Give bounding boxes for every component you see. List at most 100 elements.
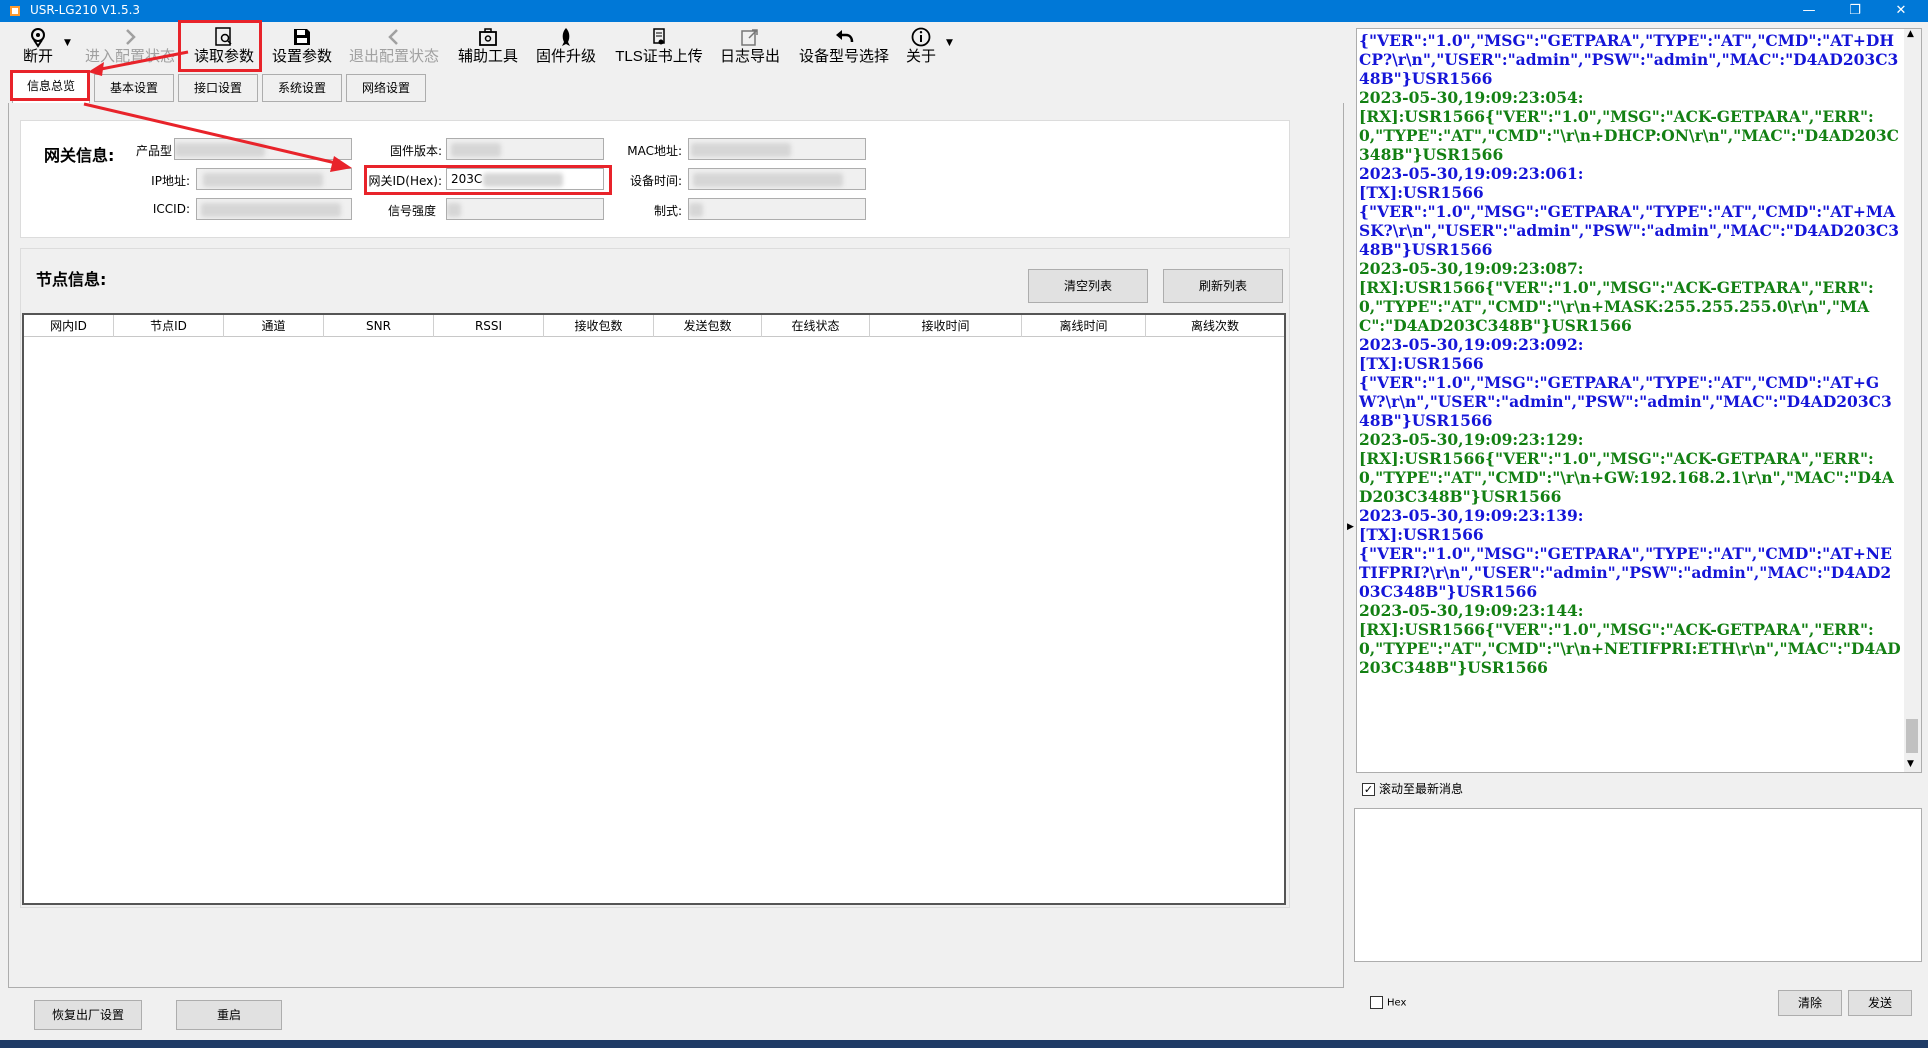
device-model-label: 设备型号选择 [798,48,889,65]
col-header[interactable]: 节点ID [114,315,224,337]
highlight-box-gateway-id [364,165,612,195]
log-entry-tx: 2023-05-30,19:09:23:139: [TX]:USR1566 {"… [1359,506,1892,601]
rocket-icon [562,28,570,46]
chevron-left-icon [388,29,398,45]
log-export-button[interactable]: 日志导出 [716,24,784,70]
col-header[interactable]: SNR [324,315,434,337]
firmware-upgrade-button[interactable]: 固件升级 [532,24,600,70]
log-entry-rx: 2023-05-30,19:09:23:144: [RX]:USR1566{"V… [1359,601,1901,677]
log-entry-tx: 2023-05-30,19:09:23:061: [TX]:USR1566 {"… [1359,164,1899,259]
autoscroll-checkbox[interactable]: ✓ 滚动至最新消息 [1362,780,1463,797]
tab-network-settings[interactable]: 网络设置 [346,74,426,102]
ip-field [196,168,352,190]
signal-label: 信号强度 [387,204,436,218]
mac-label: MAC地址: [627,144,682,158]
col-header[interactable]: 接收时间 [870,315,1022,337]
restore-icon[interactable]: ❐ [1832,0,1878,22]
set-params-button[interactable]: 设置参数 [268,24,336,70]
chevron-down-icon[interactable]: ▼ [64,38,71,48]
app-icon [10,6,20,16]
iccid-field [196,198,352,220]
close-icon[interactable]: ✕ [1878,0,1924,22]
node-table[interactable]: 网内ID 节点ID 通道 SNR RSSI 接收包数 发送包数 在线状态 接收时… [22,313,1286,905]
product-field [174,138,352,160]
autoscroll-label: 滚动至最新消息 [1379,782,1464,796]
tab-strip: 信息总览 基本设置 接口设置 系统设置 网络设置 [8,72,1344,104]
reboot-button[interactable]: 重启 [176,1000,282,1030]
log-export-label: 日志导出 [719,48,780,65]
log-panel[interactable]: {"VER":"1.0","MSG":"GETPARA","TYPE":"AT"… [1356,28,1922,773]
exit-config-button[interactable]: 退出配置状态 [344,24,444,70]
chevron-right-icon [126,29,136,45]
log-entry-rx: 2023-05-30,19:09:23:054: [RX]:USR1566{"V… [1359,88,1900,164]
iccid-label: ICCID: [152,202,190,216]
chevron-up-icon[interactable]: ▲ [1907,29,1914,39]
chevron-down-icon[interactable]: ▼ [946,38,953,48]
disconnect-button[interactable]: 断开 [18,24,58,70]
tab-interface-settings[interactable]: 接口设置 [178,74,258,102]
standard-label: 制式: [653,204,682,218]
tab-basic-settings[interactable]: 基本设置 [94,74,174,102]
send-button[interactable]: 发送 [1848,990,1912,1016]
device-time-field [688,168,866,190]
tab-system-settings[interactable]: 系统设置 [262,74,342,102]
aux-tools-button[interactable]: 辅助工具 [454,24,522,70]
save-icon [294,29,310,45]
aux-tools-label: 辅助工具 [457,48,518,65]
app-window: USR-LG210 V1.5.3 — ❐ ✕ 断开 ▼ 进入配置状态 读取参数 … [0,0,1928,1048]
taskbar [0,1040,1928,1048]
checkbox-icon [1370,996,1383,1009]
log-text: {"VER":"1.0","MSG":"GETPARA","TYPE":"AT"… [1359,31,1901,677]
enter-config-label: 进入配置状态 [84,48,175,65]
send-input[interactable] [1354,808,1922,962]
log-entry-tx: {"VER":"1.0","MSG":"GETPARA","TYPE":"AT"… [1359,31,1899,88]
log-entry-rx: 2023-05-30,19:09:23:129: [RX]:USR1566{"V… [1359,430,1894,506]
col-header[interactable]: 离线时间 [1022,315,1146,337]
checkbox-icon: ✓ [1362,783,1375,796]
mac-field [688,138,866,160]
undo-arrow-icon [836,30,854,43]
minimize-icon[interactable]: — [1786,0,1832,22]
firmware-upgrade-label: 固件升级 [535,48,596,65]
highlight-box-read-params [178,20,262,72]
refresh-list-button[interactable]: 刷新列表 [1163,269,1283,303]
col-header[interactable]: RSSI [434,315,544,337]
clear-log-button[interactable]: 清除 [1778,990,1842,1016]
export-icon [741,29,758,46]
firmware-label: 固件版本: [389,144,442,158]
col-header[interactable]: 接收包数 [544,315,654,337]
exit-config-label: 退出配置状态 [348,48,439,65]
tls-upload-button[interactable]: TLS证书上传 [612,24,706,70]
log-entry-rx: 2023-05-30,19:09:23:087: [RX]:USR1566{"V… [1359,259,1874,335]
enter-config-button[interactable]: 进入配置状态 [80,24,180,70]
highlight-box-overview-tab [10,70,90,101]
hex-checkbox[interactable]: Hex [1370,996,1406,1009]
clear-list-button[interactable]: 清空列表 [1028,269,1148,303]
scrollbar-thumb[interactable] [1906,719,1918,753]
info-icon [911,27,931,47]
chevron-right-icon: ▶ [1347,522,1354,532]
window-title: USR-LG210 V1.5.3 [30,3,141,17]
factory-reset-button[interactable]: 恢复出厂设置 [34,1000,142,1030]
node-table-header: 网内ID 节点ID 通道 SNR RSSI 接收包数 发送包数 在线状态 接收时… [24,315,1284,337]
product-label: 产品型 [135,144,172,158]
col-header[interactable]: 在线状态 [762,315,870,337]
about-button[interactable]: 关于 [902,24,940,70]
hex-label: Hex [1387,997,1407,1009]
location-pin-icon [31,28,45,48]
certificate-icon [653,28,665,45]
chevron-down-icon[interactable]: ▼ [1907,759,1914,769]
col-header[interactable]: 网内ID [24,315,114,337]
device-model-button[interactable]: 设备型号选择 [794,24,894,70]
log-scrollbar[interactable]: ▲ ▼ [1904,29,1921,772]
col-header[interactable]: 通道 [224,315,324,337]
tls-upload-label: TLS证书上传 [615,48,703,65]
node-info-title: 节点信息: [36,270,107,289]
col-header[interactable]: 发送包数 [654,315,762,337]
disconnect-label: 断开 [22,48,53,65]
set-params-label: 设置参数 [271,48,332,65]
firmware-field [446,138,604,160]
col-header[interactable]: 离线次数 [1146,315,1284,337]
title-bar: USR-LG210 V1.5.3 — ❐ ✕ [0,0,1928,22]
log-entry-tx: 2023-05-30,19:09:23:092: [TX]:USR1566 {"… [1359,335,1892,430]
